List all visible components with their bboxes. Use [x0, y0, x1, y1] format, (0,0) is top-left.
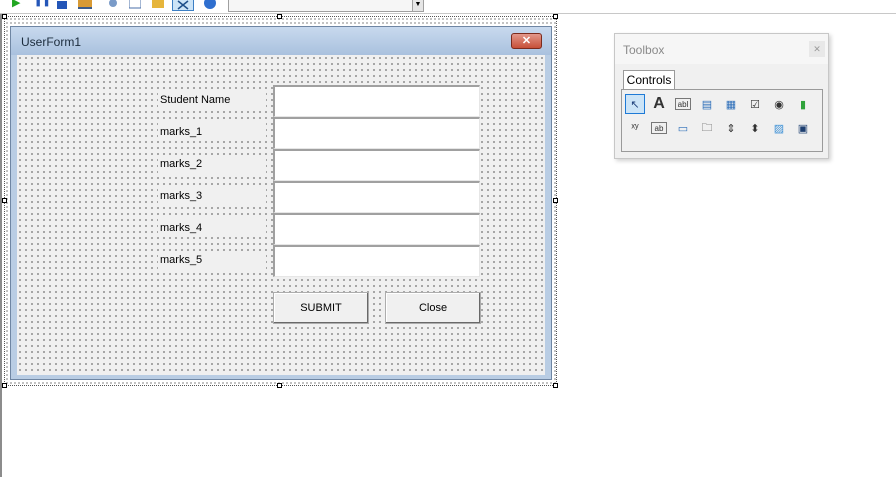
resize-handle[interactable]	[2, 198, 7, 203]
resize-handle[interactable]	[277, 14, 282, 19]
commandbutton-icon[interactable]: ab	[651, 122, 667, 134]
label-marks-1[interactable]: marks_1	[158, 123, 266, 141]
label-student-name[interactable]: Student Name	[158, 91, 266, 109]
student-name-input[interactable]	[273, 85, 480, 117]
submit-button[interactable]: SUBMIT	[273, 292, 369, 324]
frame-icon[interactable]: ˣʸ	[625, 118, 645, 138]
resize-handle[interactable]	[553, 383, 558, 388]
run-icon[interactable]: ▶	[12, 0, 24, 9]
resize-handle[interactable]	[553, 14, 558, 19]
label-icon[interactable]: A	[649, 94, 669, 114]
toolbox-panel[interactable]: Toolbox ✕ Controls ↖ Aabl ▤ ▦ ☑ ◉ ▮ ˣʸ ab ▭ 🗀 ⇕ ⬍ ▨ ▣	[614, 33, 829, 159]
pointer-icon[interactable]: ↖	[625, 94, 645, 114]
spinbutton-icon[interactable]: ⬍	[745, 118, 765, 138]
vbe-toolbar: ▶ ❚❚ ▼	[0, 0, 896, 14]
resize-handle[interactable]	[553, 198, 558, 203]
close-icon[interactable]: ✕	[511, 33, 542, 49]
pause-icon[interactable]: ❚❚	[34, 0, 51, 8]
resize-handle[interactable]	[2, 14, 7, 19]
close-button[interactable]: Close	[385, 292, 481, 324]
resize-handle[interactable]	[277, 383, 282, 388]
design-mode-icon[interactable]	[78, 0, 92, 9]
toolbox-title-bar[interactable]: Toolbox ✕	[615, 34, 828, 64]
userform-window[interactable]: UserForm1 ✕ Student Name marks_1 marks_2…	[10, 26, 552, 380]
label-marks-2[interactable]: marks_2	[158, 155, 266, 173]
optionbutton-icon[interactable]: ◉	[769, 94, 789, 114]
userform-title: UserForm1	[21, 35, 82, 49]
refedit-icon[interactable]: ▣	[793, 118, 813, 138]
toolbox-toggle-icon[interactable]	[172, 0, 194, 11]
stop-icon[interactable]	[57, 0, 69, 9]
marks-3-input[interactable]	[273, 181, 480, 213]
toolbox-title: Toolbox	[623, 43, 665, 57]
combobox-icon[interactable]: ▤	[697, 94, 717, 114]
resize-handle[interactable]	[2, 383, 7, 388]
properties-icon[interactable]	[128, 0, 142, 9]
togglebutton-icon[interactable]: ▮	[793, 94, 813, 114]
marks-2-input[interactable]	[273, 149, 480, 181]
label-marks-4[interactable]: marks_4	[158, 219, 266, 237]
userform-title-bar[interactable]: UserForm1 ✕	[11, 27, 551, 55]
tab-controls[interactable]: Controls	[623, 70, 675, 90]
object-browser-icon[interactable]	[152, 0, 164, 8]
help-icon[interactable]	[203, 0, 216, 9]
chevron-down-icon[interactable]: ▼	[412, 0, 423, 11]
project-explorer-icon[interactable]	[106, 0, 118, 8]
label-marks-3[interactable]: marks_3	[158, 187, 266, 205]
multipage-icon[interactable]: 🗀	[697, 118, 717, 138]
close-icon[interactable]: ✕	[809, 41, 825, 57]
marks-1-input[interactable]	[273, 117, 480, 149]
checkbox-icon[interactable]: ☑	[745, 94, 765, 114]
tabstrip-icon[interactable]: ▭	[673, 118, 693, 138]
listbox-icon[interactable]: ▦	[721, 94, 741, 114]
textbox-icon[interactable]: abl	[675, 98, 691, 110]
image-icon[interactable]: ▨	[769, 118, 789, 138]
marks-5-input[interactable]	[273, 245, 480, 277]
label-marks-5[interactable]: marks_5	[158, 251, 266, 269]
scrollbar-icon[interactable]: ⇕	[721, 118, 741, 138]
code-pane-edge	[0, 14, 2, 477]
procedure-dropdown[interactable]: ▼	[228, 0, 424, 12]
toolbox-controls-area: ↖ Aabl ▤ ▦ ☑ ◉ ▮ ˣʸ ab ▭ 🗀 ⇕ ⬍ ▨ ▣	[621, 89, 823, 152]
marks-4-input[interactable]	[273, 213, 480, 245]
userform-client-area[interactable]: Student Name marks_1 marks_2 marks_3 mar…	[17, 55, 545, 375]
